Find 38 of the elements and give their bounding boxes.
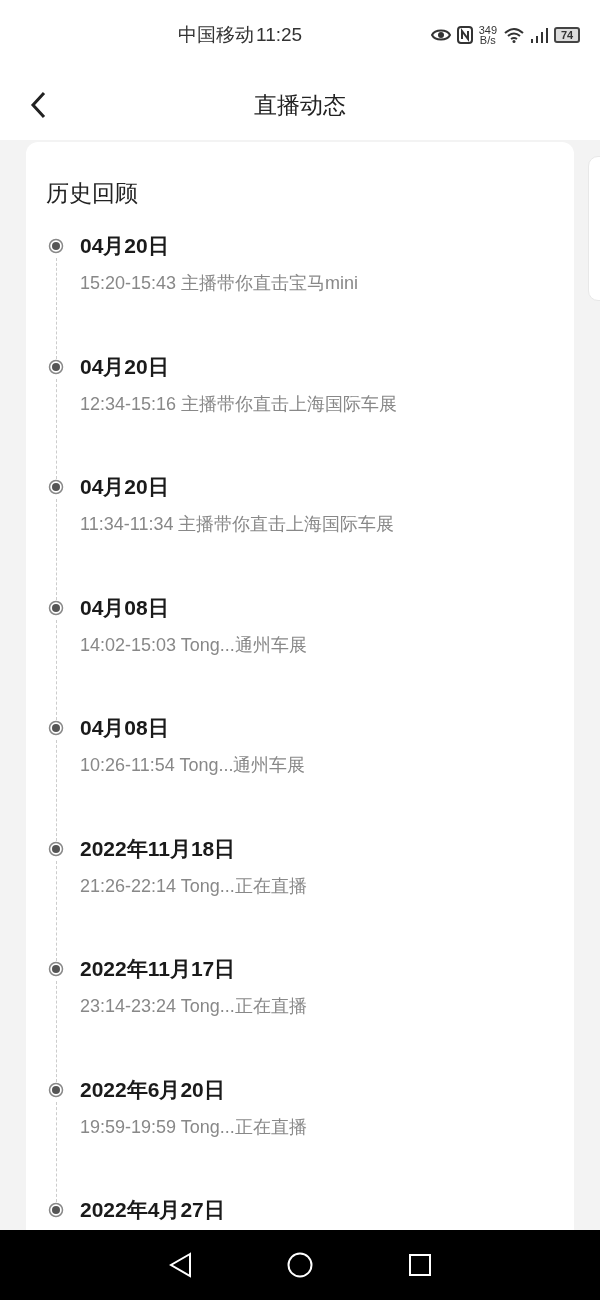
session-date: 04月08日: [80, 716, 170, 740]
timeline-dot-icon: [48, 599, 64, 616]
carrier-name: 中国移动: [178, 22, 254, 47]
net-speed-value: 349: [478, 25, 497, 35]
timeline-dot-icon: [48, 358, 64, 375]
session-date: 04月20日: [80, 234, 170, 258]
session-date: 2022年4月27日: [80, 1198, 225, 1222]
nfc-icon: [456, 26, 473, 44]
timeline-dot-icon: [48, 479, 64, 495]
battery-indicator: 74: [554, 27, 580, 43]
session-date: 04月20日: [80, 354, 170, 379]
session-detail: 21:26-22:14 Tong...正在直播: [80, 874, 307, 898]
session-detail: 10:26-11:54 Tong...通州车展: [80, 754, 306, 777]
net-speed-unit: B/s: [479, 35, 496, 45]
session-detail: 11:34-11:34 主播带你直击上海国际车展: [80, 513, 395, 536]
session-detail: 14:02-15:03 Tong...通州车展: [80, 633, 307, 657]
timeline-dot-icon: [48, 720, 64, 736]
session-date: 04月20日: [80, 475, 170, 499]
session-date: 2022年6月20日: [80, 1077, 226, 1102]
status-time: 11:25: [256, 22, 303, 47]
eye-icon: [430, 28, 451, 42]
session-detail: 23:14-23:24 Tong...正在直播: [80, 995, 307, 1018]
timeline-dot-icon: [48, 1081, 64, 1098]
wifi-icon: [503, 27, 525, 43]
timeline-dot-icon: [48, 238, 64, 254]
timeline-dot-icon: [48, 840, 64, 857]
page-title: 直播动态: [254, 90, 346, 120]
session-detail: 12:34-15:16 主播带你直击上海国际车展: [80, 392, 398, 416]
section-title: 历史回顾: [46, 179, 139, 208]
session-detail: 19:59-19:59 Tong...正在直播: [80, 1115, 307, 1139]
signal-icon: [529, 27, 549, 43]
session-date: 2022年11月17日: [80, 957, 237, 981]
timeline-dot-icon: [48, 961, 64, 977]
session-date: 04月08日: [80, 595, 170, 620]
session-date: 2022年11月18日: [80, 836, 237, 861]
session-detail: 15:20-15:43 主播带你直击宝马mini: [80, 272, 359, 295]
home-nav-button[interactable]: [285, 1250, 315, 1280]
timeline-dot-icon: [48, 1202, 64, 1218]
